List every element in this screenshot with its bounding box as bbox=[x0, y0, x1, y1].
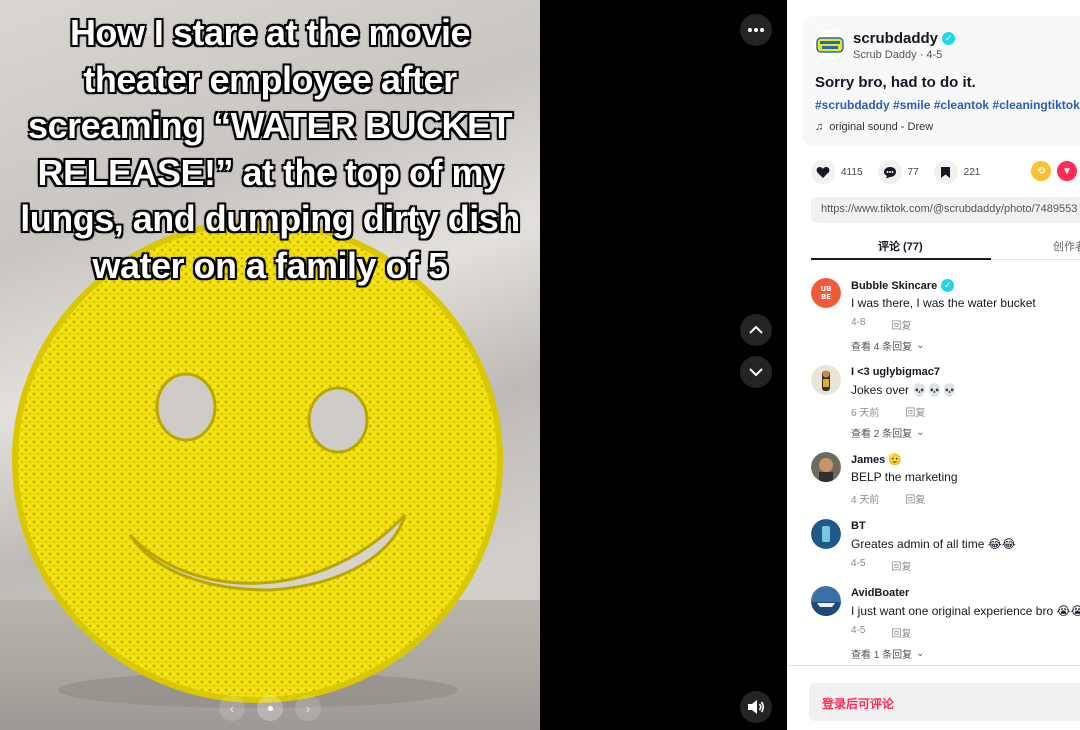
view-replies-label: 查看 4 条回复 bbox=[851, 342, 913, 353]
chevron-right-icon: › bbox=[305, 700, 311, 716]
view-replies-label: 查看 1 条回复 bbox=[851, 650, 913, 661]
commenter-name-text: Bubble Skincare bbox=[851, 279, 938, 292]
author-username-text: scrubdaddy bbox=[853, 30, 939, 47]
next-photo-button[interactable]: › bbox=[295, 695, 321, 721]
scrub-daddy-logo-icon bbox=[816, 37, 844, 53]
carousel-dot-active[interactable] bbox=[257, 695, 283, 721]
comment-button[interactable]: 77 bbox=[877, 160, 919, 184]
comment-time: 4-5 bbox=[851, 625, 866, 636]
post-url-field[interactable]: https://www.tiktok.com/@scrubdaddy/photo… bbox=[811, 197, 1080, 223]
chevron-down-icon bbox=[749, 368, 763, 377]
post-hashtags[interactable]: #scrubdaddy #smile #cleantok #cleaningti… bbox=[815, 98, 1080, 112]
chevron-up-icon bbox=[749, 325, 763, 334]
reply-button[interactable]: 回复 bbox=[891, 558, 911, 573]
commenter-avatar[interactable] bbox=[811, 586, 841, 616]
tab-creator-videos[interactable]: 创作者 bbox=[1053, 238, 1080, 254]
comment-meta: 4 天前 回复 bbox=[851, 491, 925, 506]
comment-time: 4-5 bbox=[851, 558, 866, 569]
commenter-name[interactable]: BT bbox=[851, 520, 866, 532]
commenter-avatar[interactable] bbox=[811, 365, 841, 395]
author-username[interactable]: scrubdaddy ✓ bbox=[853, 30, 956, 47]
tiktok-photo-post-view: 查看图片内容 How I stare at the movie theater … bbox=[0, 0, 1080, 730]
previous-post-button[interactable] bbox=[740, 314, 772, 346]
reply-button[interactable]: 回复 bbox=[891, 317, 911, 332]
save-button[interactable]: 221 bbox=[933, 160, 981, 184]
commenter-name-text: AvidBoater bbox=[851, 587, 910, 599]
comment-list: UB BE Bubble Skincare ✓ I was there, I wa… bbox=[787, 262, 1080, 664]
previous-photo-button[interactable]: ‹ bbox=[219, 695, 245, 721]
commenter-avatar[interactable]: UB BE bbox=[811, 278, 841, 308]
chevron-left-icon: ‹ bbox=[229, 700, 235, 716]
post-title: Sorry bro, had to do it. bbox=[815, 74, 976, 91]
comment-text: BELP the marketing bbox=[851, 470, 958, 484]
comment-meta: 4-5 回复 bbox=[851, 625, 911, 640]
volume-icon bbox=[748, 700, 765, 714]
save-count: 221 bbox=[963, 166, 981, 178]
like-button[interactable]: 4115 bbox=[811, 160, 863, 184]
send-icon[interactable]: ▼ bbox=[1057, 161, 1077, 181]
view-replies-label: 查看 2 条回复 bbox=[851, 429, 913, 440]
author-subline: Scrub Daddy · 4-5 bbox=[853, 49, 943, 61]
comment-login-bar: 登录后可评论 bbox=[787, 665, 1080, 730]
commenter-name[interactable]: James 🫡 bbox=[851, 453, 902, 466]
commenter-avatar[interactable] bbox=[811, 519, 841, 549]
comment-meta: 6 天前 回复 bbox=[851, 404, 925, 419]
view-replies-button[interactable]: 查看 2 条回复 ⌄ bbox=[851, 425, 925, 440]
commenter-name[interactable]: AvidBoater bbox=[851, 587, 909, 599]
post-details-panel: scrubdaddy ✓ Scrub Daddy · 4-5 Sorry bro… bbox=[787, 0, 1080, 730]
comment-text: I just want one original experience bro … bbox=[851, 604, 1080, 618]
commenter-name-text: James 🫡 bbox=[851, 454, 903, 466]
bookmark-icon bbox=[933, 160, 958, 184]
music-title: original sound - Drew bbox=[829, 121, 934, 133]
music-note-icon: ♫ bbox=[815, 121, 824, 133]
view-replies-button[interactable]: 查看 1 条回复 ⌄ bbox=[851, 646, 925, 661]
verified-badge-icon: ✓ bbox=[942, 32, 956, 45]
next-post-button[interactable] bbox=[740, 356, 772, 388]
more-dots-icon bbox=[748, 28, 764, 32]
comment-text: I was there, I was the water bucket bbox=[851, 296, 1036, 310]
reply-button[interactable]: 回复 bbox=[891, 625, 911, 640]
like-count: 4115 bbox=[841, 166, 863, 178]
comment-meta: 4-8 回复 bbox=[851, 317, 911, 332]
comment-time: 4 天前 bbox=[851, 495, 880, 506]
comment-count: 77 bbox=[907, 166, 919, 178]
commenter-name-text: I <3 uglybigmac7 bbox=[851, 366, 940, 378]
comment-text: Greates admin of all time 😂😂 bbox=[851, 537, 1016, 551]
comment-meta: 4-5 回复 bbox=[851, 558, 911, 573]
active-tab-indicator bbox=[811, 258, 991, 260]
reply-button[interactable]: 回复 bbox=[905, 491, 925, 506]
commenter-name-text: BT bbox=[851, 520, 866, 532]
comment-tabs: 评论 (77) 创作者 bbox=[811, 232, 1080, 260]
carousel-pager: ‹ › bbox=[210, 693, 330, 723]
post-photo[interactable]: 查看图片内容 How I stare at the movie theater … bbox=[0, 0, 540, 730]
comment-text: Jokes over 💀💀💀 bbox=[851, 383, 958, 397]
verified-badge-icon: ✓ bbox=[941, 279, 955, 292]
image-caption-text: How I stare at the movie theater employe… bbox=[20, 12, 520, 286]
chevron-down-icon: ⌄ bbox=[916, 648, 925, 659]
volume-button[interactable] bbox=[740, 691, 772, 723]
dot-icon bbox=[267, 705, 273, 711]
share-buttons: ⟲ ▼ bbox=[1031, 161, 1077, 181]
commenter-name[interactable]: I <3 uglybigmac7 bbox=[851, 366, 940, 378]
media-viewer: 查看图片内容 How I stare at the movie theater … bbox=[0, 0, 787, 730]
more-options-button[interactable] bbox=[740, 14, 772, 46]
repost-icon[interactable]: ⟲ bbox=[1031, 161, 1051, 181]
svg-text:UB: UB bbox=[820, 285, 831, 293]
chevron-down-icon: ⌄ bbox=[916, 340, 925, 351]
chevron-down-icon: ⌄ bbox=[916, 427, 925, 438]
comment-time: 6 天前 bbox=[851, 408, 880, 419]
tab-comments[interactable]: 评论 (77) bbox=[878, 238, 923, 254]
comment-time: 4-8 bbox=[851, 317, 866, 328]
post-info-card: scrubdaddy ✓ Scrub Daddy · 4-5 Sorry bro… bbox=[803, 16, 1080, 146]
comment-bubble-icon bbox=[877, 160, 902, 184]
reply-button[interactable]: 回复 bbox=[905, 404, 925, 419]
heart-icon bbox=[811, 160, 835, 184]
music-link[interactable]: ♫ original sound - Drew bbox=[815, 121, 933, 133]
commenter-name[interactable]: Bubble Skincare ✓ bbox=[851, 279, 955, 292]
svg-text:BE: BE bbox=[821, 293, 831, 301]
login-to-comment-button[interactable]: 登录后可评论 bbox=[809, 683, 1080, 721]
commenter-avatar[interactable] bbox=[811, 452, 841, 482]
author-avatar[interactable] bbox=[815, 30, 845, 60]
view-replies-button[interactable]: 查看 4 条回复 ⌄ bbox=[851, 338, 925, 353]
